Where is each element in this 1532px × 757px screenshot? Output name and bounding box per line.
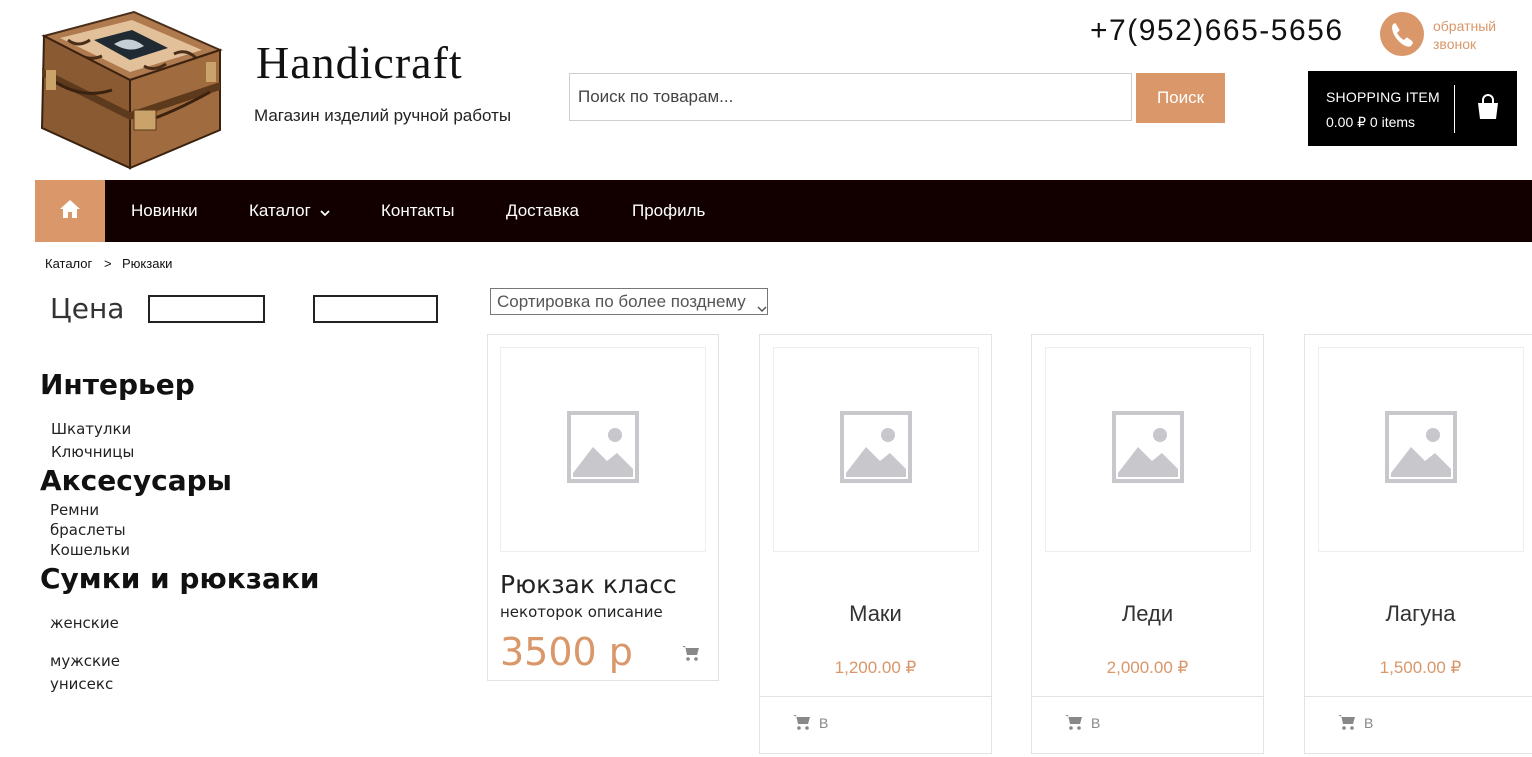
callback-line-1: обратный: [1433, 18, 1497, 34]
cart-widget[interactable]: SHOPPING ITEM 0.00 ₽ 0 items: [1308, 71, 1517, 146]
nav-item-catalog[interactable]: Каталог: [249, 201, 330, 222]
nav-item-contacts[interactable]: Контакты: [381, 201, 454, 221]
chevron-down-icon: [319, 202, 330, 222]
sort-select[interactable]: Сортировка по более позднему: [490, 288, 768, 315]
image-placeholder-icon: [1385, 411, 1457, 488]
product-price: 1,500.00 ₽: [1379, 658, 1462, 677]
product-image[interactable]: [1045, 347, 1251, 552]
phone-number[interactable]: +7(952)665-5656: [1090, 14, 1344, 48]
shopping-bag-icon: [1474, 93, 1502, 126]
product-card[interactable]: Лагуна 1,500.00 ₽ В: [1304, 334, 1532, 754]
search-form: Поиск: [569, 73, 1225, 123]
home-button[interactable]: [35, 180, 105, 242]
cart-icon: [1065, 714, 1083, 733]
product-price: 1,200.00 ₽: [834, 658, 917, 677]
category-item-bracelets[interactable]: браслеты: [50, 521, 126, 539]
nav-item-profile[interactable]: Профиль: [632, 201, 705, 221]
product-name[interactable]: Леди: [1032, 601, 1263, 627]
product-name[interactable]: Лагуна: [1305, 601, 1532, 627]
product-name[interactable]: Маки: [760, 601, 991, 627]
add-to-cart-label: В: [819, 715, 829, 731]
search-input[interactable]: [569, 73, 1132, 121]
search-button[interactable]: Поиск: [1136, 73, 1225, 123]
category-item-key-holders[interactable]: Ключницы: [51, 443, 134, 461]
category-item-womens[interactable]: женские: [50, 614, 119, 632]
add-to-cart-row[interactable]: В: [1032, 696, 1263, 757]
cart-summary: 0.00 ₽ 0 items: [1326, 114, 1416, 130]
chevron-down-icon: [757, 298, 767, 314]
category-item-unisex[interactable]: унисекс: [50, 675, 113, 693]
cart-icon: [793, 714, 811, 733]
image-placeholder-icon: [567, 411, 639, 488]
category-item-wallets[interactable]: Кошельки: [50, 541, 130, 559]
callback-line-2: звонок: [1433, 36, 1477, 52]
product-name[interactable]: Рюкзак класс: [500, 570, 677, 599]
main-nav: Новинки Каталог Контакты Доставка Профил…: [35, 180, 1532, 242]
cart-divider: [1454, 85, 1455, 133]
cart-icon: [1338, 714, 1356, 733]
category-item-boxes[interactable]: Шкатулки: [51, 420, 131, 438]
product-description: некоторок описание: [500, 603, 663, 621]
nav-item-new[interactable]: Новинки: [131, 201, 198, 221]
product-image[interactable]: [1318, 347, 1524, 552]
cart-title: SHOPPING ITEM: [1326, 89, 1440, 105]
site-tagline: Магазин изделий ручной работы: [254, 106, 512, 125]
image-placeholder-icon: [840, 411, 912, 488]
home-icon: [59, 199, 81, 224]
add-to-cart-label: В: [1364, 715, 1374, 731]
category-heading-interior[interactable]: Интерьер: [40, 368, 195, 401]
category-item-belts[interactable]: Ремни: [50, 501, 99, 519]
callback-link[interactable]: обратный звонок: [1433, 17, 1523, 53]
category-heading-bags[interactable]: Сумки и рюкзаки: [40, 562, 319, 595]
nav-item-catalog-label: Каталог: [249, 201, 311, 220]
product-card[interactable]: Леди 2,000.00 ₽ В: [1031, 334, 1264, 754]
product-card-featured[interactable]: Рюкзак класс некоторок описание 3500 р: [487, 334, 719, 681]
add-to-cart-label: В: [1091, 715, 1101, 731]
product-image[interactable]: [773, 347, 979, 552]
product-card[interactable]: Маки 1,200.00 ₽ В: [759, 334, 992, 754]
nav-item-delivery[interactable]: Доставка: [506, 201, 579, 221]
logo[interactable]: [34, 10, 226, 170]
price-min-input[interactable]: [148, 295, 265, 323]
breadcrumb-catalog[interactable]: Каталог: [45, 256, 92, 271]
phone-icon[interactable]: [1380, 12, 1424, 56]
product-price: 2,000.00 ₽: [1106, 658, 1189, 677]
product-image[interactable]: [500, 347, 706, 552]
add-to-cart-row[interactable]: В: [760, 696, 991, 757]
price-max-input[interactable]: [313, 295, 438, 323]
category-heading-accessories[interactable]: Аксесусары: [40, 464, 232, 497]
image-placeholder-icon: [1112, 411, 1184, 488]
cart-icon[interactable]: [682, 645, 700, 666]
breadcrumb-current: Рюкзаки: [122, 256, 173, 271]
category-item-mens[interactable]: мужские: [50, 652, 120, 670]
site-title[interactable]: Handicraft: [256, 36, 463, 89]
add-to-cart-row[interactable]: В: [1305, 696, 1532, 757]
product-price: 3500 р: [500, 630, 633, 674]
breadcrumb-separator: >: [104, 256, 112, 271]
price-filter-label: Цена: [50, 292, 125, 325]
sort-selected: Сортировка по более позднему: [497, 292, 746, 311]
